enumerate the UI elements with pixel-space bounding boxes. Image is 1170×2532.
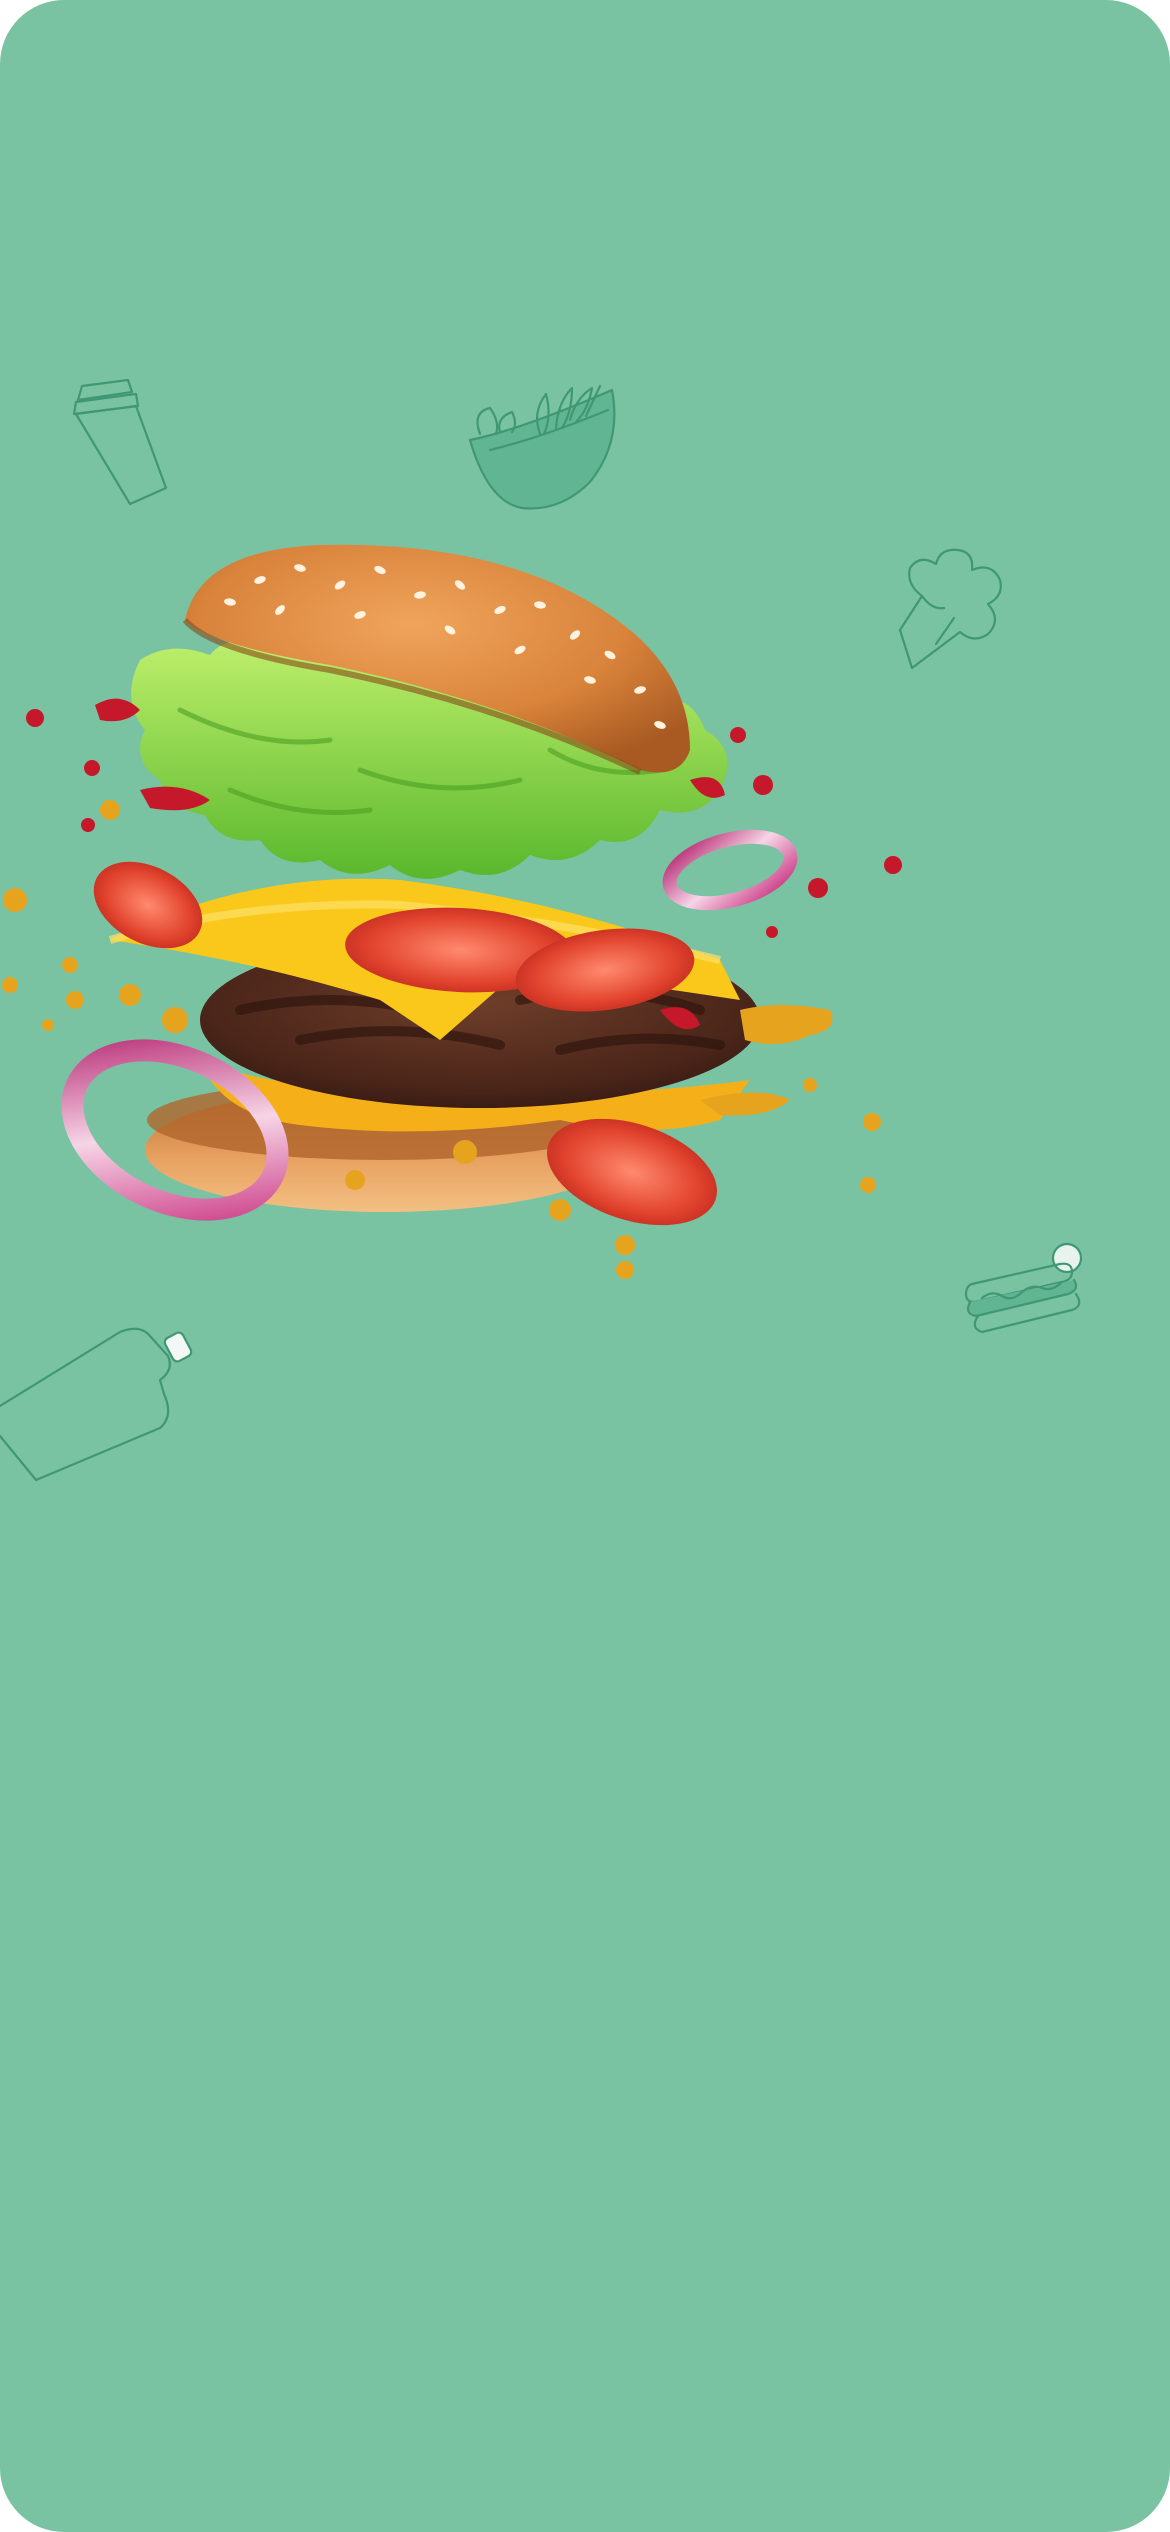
splash-screen [0,0,1170,2532]
burger-illustration [0,540,1000,1280]
salad-bowl-icon [460,372,620,517]
coffee-cup-icon [70,378,180,508]
bottle-icon [0,1326,210,1486]
